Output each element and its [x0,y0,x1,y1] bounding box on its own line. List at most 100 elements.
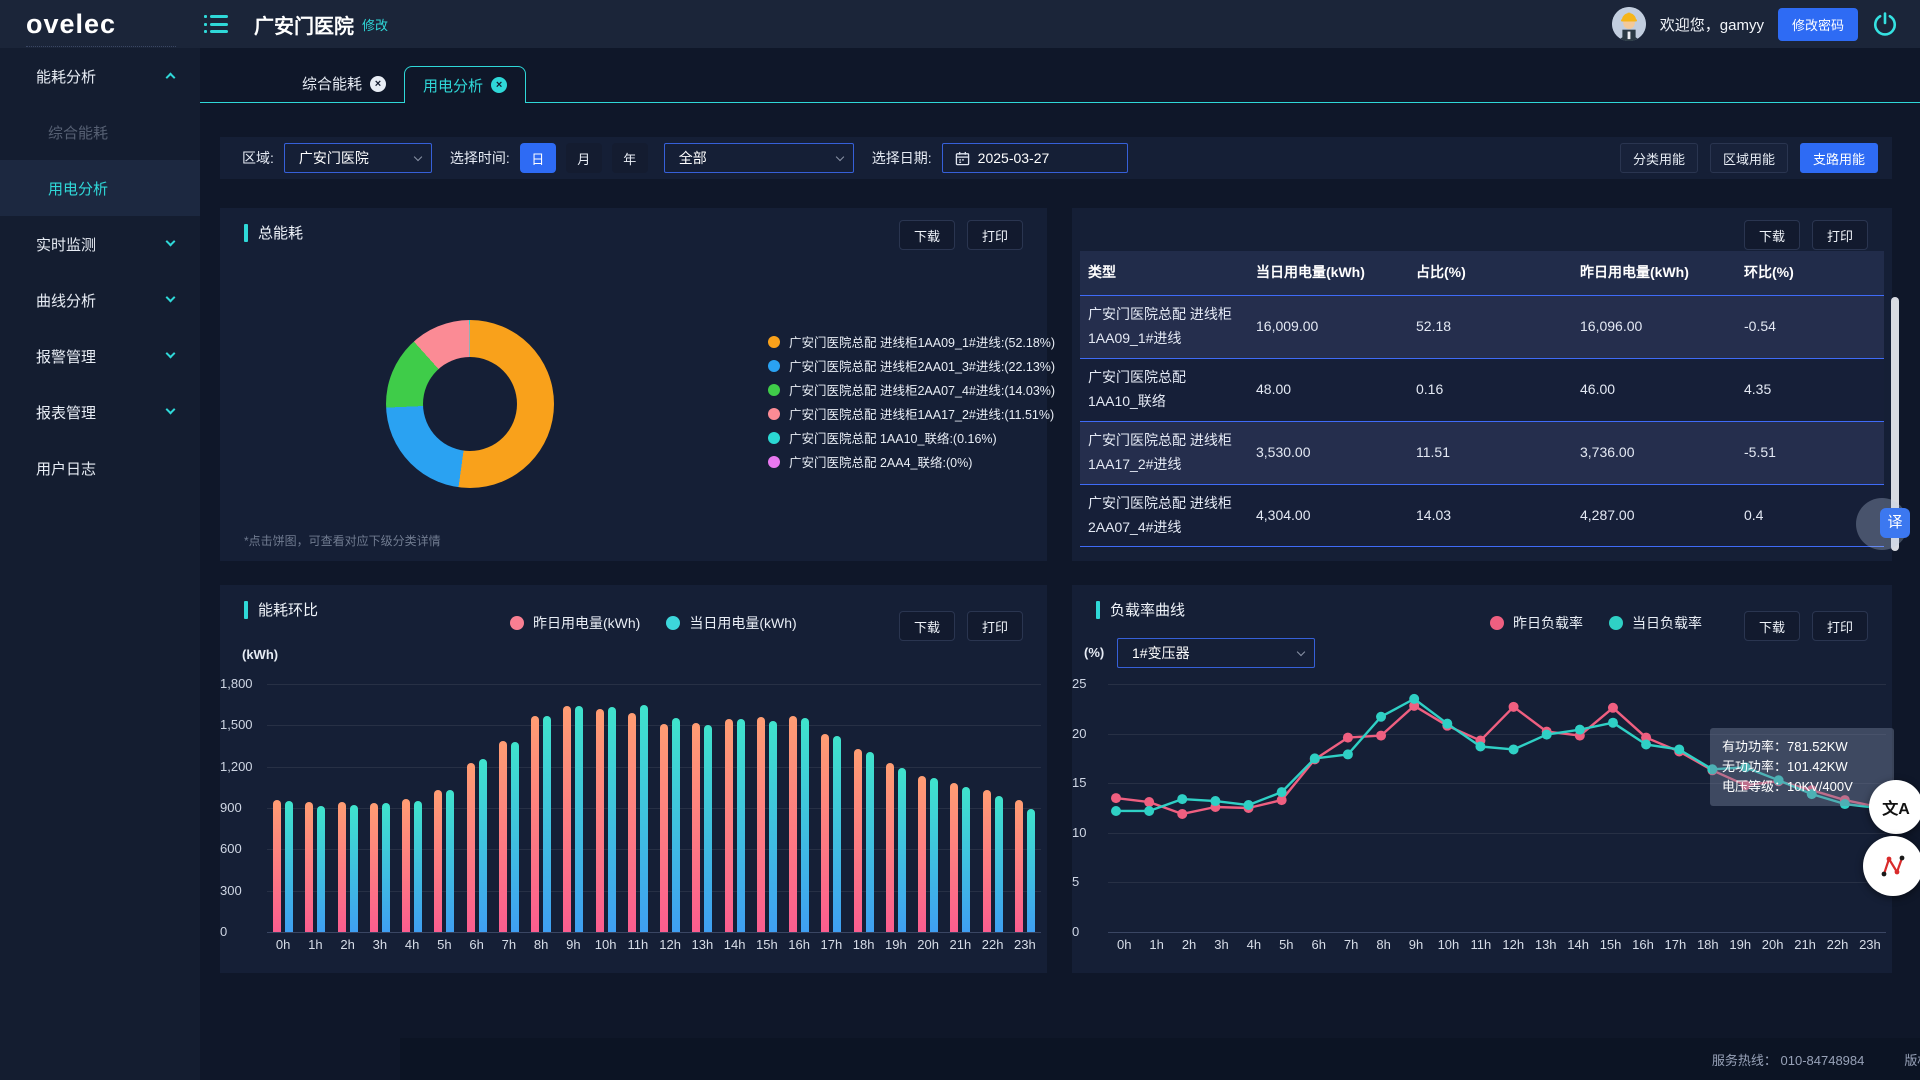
donut-legend-item[interactable]: 广安门医院总配 进线柜2AA01_3#进线:(22.13%) [768,356,1055,375]
copyright: 版权所有 武汉光谷电气有限公司 [1904,1050,1920,1069]
y-tick-label: 1,500 [220,717,261,732]
sidebar-item-curve-analysis[interactable]: 曲线分析 [0,272,200,328]
branch-energy-button[interactable]: 支路用能 [1800,143,1878,173]
bar-group [622,684,654,932]
donut-legend: 广安门医院总配 进线柜1AA09_1#进线:(52.18%) 广安门医院总配 进线… [768,332,1055,471]
print-button[interactable]: 打印 [1812,611,1868,641]
bar [789,716,797,932]
date-picker[interactable]: 2025-03-27 [942,143,1128,173]
donut-legend-item[interactable]: 广安门医院总配 1AA10_联络:(0.16%) [768,428,1055,447]
data-point [1177,809,1187,819]
bar [285,801,293,932]
electricity-table: 类型当日用电量(kWh)占比(%)昨日用电量(kWh)环比(%)广安门医院总配 … [1080,251,1884,547]
region-energy-button[interactable]: 区域用能 [1710,143,1788,173]
time-year-button[interactable]: 年 [612,143,648,173]
line-legend-item[interactable]: 当日负载率 [1609,613,1702,633]
close-icon[interactable]: × [491,77,507,93]
sidebar-item-comprehensive-energy[interactable]: 综合能耗 [0,104,200,160]
bar [898,768,906,932]
data-point [1475,741,1485,751]
print-button[interactable]: 打印 [1812,220,1868,250]
bar [434,790,442,932]
bar [950,783,958,932]
chevron-down-icon [166,349,176,359]
translate-badge[interactable]: 译 [1880,508,1910,538]
donut-legend-item[interactable]: 广安门医院总配 进线柜1AA09_1#进线:(52.18%) [768,332,1055,351]
bar-chart[interactable] [267,684,1041,932]
transformer-select[interactable]: 1#变压器 [1117,638,1315,668]
change-password-button[interactable]: 修改密码 [1778,8,1858,41]
bar-legend-item[interactable]: 昨日用电量(kWh) [510,613,640,633]
sidebar-item-report-management[interactable]: 报表管理 [0,384,200,440]
data-point [1509,744,1519,754]
print-button[interactable]: 打印 [967,611,1023,641]
sidebar-item-user-log[interactable]: 用户日志 [0,440,200,496]
sidebar-item-alarm-management[interactable]: 报警管理 [0,328,200,384]
bar [886,763,894,932]
category-select[interactable]: 全部 [664,143,854,173]
legend-dot-icon [768,432,780,444]
data-point [1343,733,1353,743]
panel-title: 能耗环比 [244,599,318,620]
bar-group [525,684,557,932]
legend-dot-icon [768,336,780,348]
chevron-down-icon [1297,647,1305,655]
calendar-icon [955,151,970,166]
bar-legend-item[interactable]: 当日用电量(kWh) [666,613,796,633]
bar [499,741,507,933]
bar [543,716,551,932]
close-icon[interactable]: × [370,76,386,92]
network-extension-button[interactable] [1863,836,1920,896]
time-month-button[interactable]: 月 [566,143,602,173]
bar [628,713,636,932]
bar-group [686,684,718,932]
bar-group [912,684,944,932]
download-button[interactable]: 下载 [1744,220,1800,250]
bar [769,721,777,932]
download-button[interactable]: 下载 [1744,611,1800,641]
time-day-button[interactable]: 日 [520,143,556,173]
logout-power-icon[interactable] [1872,11,1898,37]
bar [511,742,519,932]
translate-bubble[interactable]: 译 [1856,498,1908,550]
y-tick-label: 25 [1072,676,1102,691]
bar [833,736,841,932]
y-tick-label: 20 [1072,726,1102,741]
total-energy-donut-chart[interactable] [386,320,554,488]
line-chart-legend: 昨日负载率 当日负载率 [1490,613,1702,633]
sidebar-item-realtime-monitoring[interactable]: 实时监测 [0,216,200,272]
bar [479,759,487,932]
bar [575,706,583,932]
download-button[interactable]: 下载 [899,220,955,250]
bar-group [364,684,396,932]
data-point [1144,806,1154,816]
tab-electricity-analysis[interactable]: 用电分析 × [404,66,526,103]
bar [317,806,325,932]
sidebar-item-energy-analysis[interactable]: 能耗分析 [0,48,200,104]
data-point [1608,718,1618,728]
electricity-table-panel: 下载 打印 类型当日用电量(kWh)占比(%)昨日用电量(kWh)环比(%)广安… [1072,208,1892,561]
region-select[interactable]: 广安门医院 [284,143,432,173]
y-axis-unit: (%) [1084,645,1104,660]
menu-toggle-icon[interactable] [204,15,230,33]
bar [563,706,571,932]
sidebar-item-electricity-analysis[interactable]: 用电分析 [0,160,200,216]
category-energy-button[interactable]: 分类用能 [1620,143,1698,173]
bar-group [396,684,428,932]
avatar [1612,7,1646,41]
bar-group [977,684,1009,932]
donut-legend-item[interactable]: 广安门医院总配 2AA4_联络:(0%) [768,452,1055,471]
donut-legend-item[interactable]: 广安门医院总配 进线柜2AA07_4#进线:(14.03%) [768,380,1055,399]
print-button[interactable]: 打印 [967,220,1023,250]
bar [737,719,745,932]
tab-comprehensive-energy[interactable]: 综合能耗 × [284,65,404,102]
bar-group [783,684,815,932]
data-point [1575,725,1585,735]
translate-extension-button[interactable]: 文A [1869,780,1920,834]
line-chart[interactable] [1108,684,1886,932]
line-legend-item[interactable]: 昨日负载率 [1490,613,1583,633]
edit-title-link[interactable]: 修改 [362,15,388,34]
download-button[interactable]: 下载 [899,611,955,641]
donut-legend-item[interactable]: 广安门医院总配 进线柜1AA17_2#进线:(11.51%) [768,404,1055,423]
bar [704,725,712,932]
